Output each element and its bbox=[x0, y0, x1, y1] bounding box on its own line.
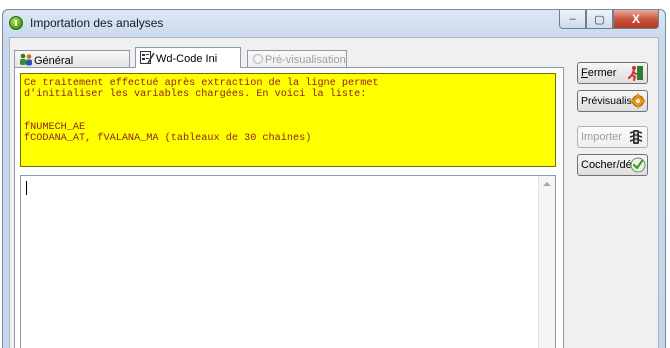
info-line bbox=[24, 111, 552, 122]
tab-wd-code-ini[interactable]: Wd-Code Ini bbox=[135, 47, 241, 68]
minimize-button[interactable]: ‒ bbox=[559, 10, 586, 29]
scroll-up-arrow-icon[interactable] bbox=[543, 182, 551, 186]
client-area: Général Wd-Code Ini Pré-visualisation Ce… bbox=[9, 37, 659, 348]
preview-button[interactable]: Prévisualiser bbox=[577, 90, 648, 112]
code-editor[interactable] bbox=[20, 175, 556, 348]
import-button-label: Importer bbox=[581, 131, 622, 143]
import-button[interactable]: Importer bbox=[577, 126, 648, 148]
minimize-icon: ‒ bbox=[569, 13, 576, 25]
check-uncheck-button[interactable]: Cocher/déc. bbox=[577, 154, 648, 176]
vertical-scrollbar[interactable] bbox=[538, 176, 555, 348]
info-line: fNUMECH_AE bbox=[24, 122, 86, 133]
info-line: Ce traitement effectué après extraction … bbox=[24, 78, 379, 89]
info-box: Ce traitement effectué après extraction … bbox=[20, 73, 556, 167]
tab-general[interactable]: Général bbox=[14, 50, 130, 68]
close-button-label: ermer bbox=[587, 67, 617, 79]
close-button[interactable]: Fermer bbox=[577, 62, 648, 84]
close-icon: X bbox=[631, 12, 640, 26]
info-line bbox=[24, 100, 552, 111]
app-icon bbox=[9, 16, 23, 30]
window-title: Importation des analyses bbox=[30, 16, 164, 30]
info-line: d'initialiser les variables chargées. En… bbox=[24, 89, 367, 100]
title-bar[interactable]: Importation des analyses ‒ ▢ X bbox=[3, 10, 665, 37]
close-button-mnemonic: F bbox=[581, 67, 588, 79]
checkmark-icon bbox=[630, 157, 646, 173]
tab-wd-code-ini-label: Wd-Code Ini bbox=[156, 53, 218, 65]
tab-panel: Ce traitement effectué après extraction … bbox=[14, 67, 564, 348]
tab-pre-visualisation[interactable]: Pré-visualisation bbox=[247, 50, 347, 68]
close-window-button[interactable]: X bbox=[613, 10, 659, 29]
traffic-light-icon bbox=[628, 129, 644, 145]
tab-pre-visualisation-label: Pré-visualisation bbox=[265, 54, 346, 66]
code-edit-icon bbox=[140, 51, 155, 67]
screen: Importation des analyses ‒ ▢ X Général W… bbox=[0, 0, 670, 348]
import-window: Importation des analyses ‒ ▢ X Général W… bbox=[2, 9, 666, 348]
info-line: fCODANA_AT, fVALANA_MA (tableaux de 30 c… bbox=[24, 133, 312, 144]
window-controls: ‒ ▢ X bbox=[559, 10, 659, 30]
gear-icon bbox=[630, 93, 646, 109]
text-caret bbox=[26, 181, 27, 195]
maximize-icon: ▢ bbox=[594, 13, 605, 26]
exit-running-man-icon bbox=[628, 65, 644, 81]
maximize-button[interactable]: ▢ bbox=[586, 10, 613, 29]
tab-general-label: Général bbox=[34, 55, 74, 67]
preview-icon bbox=[252, 53, 264, 68]
